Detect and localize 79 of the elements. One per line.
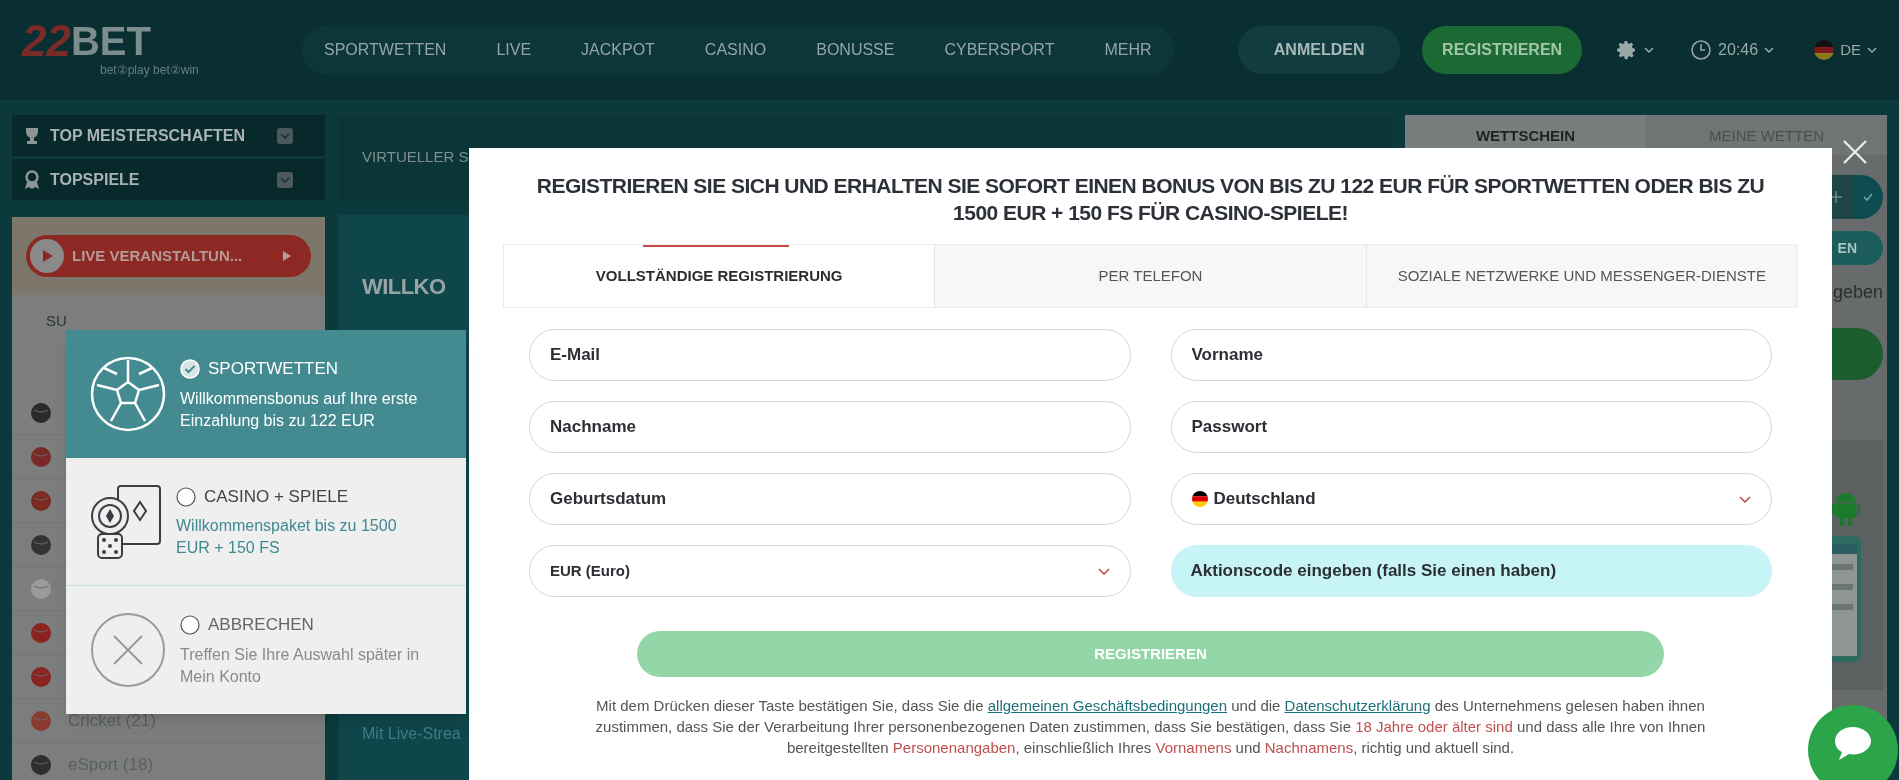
input-field[interactable]: E-Mail [529,329,1131,381]
caret-icon [1867,47,1877,53]
play-icon [30,239,64,273]
nav-link[interactable]: CYBERSPORT [944,38,1055,62]
option-title: ABBRECHEN [208,614,314,637]
input-field[interactable]: Geburtsdatum [529,473,1131,525]
trophy-icon [24,126,40,145]
sport-icon [30,445,52,468]
nav-link[interactable]: CASINO [704,38,767,62]
soccer-ball-icon [90,356,166,432]
registration-tab[interactable]: PER TELEFON [934,245,1366,307]
nav-link[interactable]: JACKPOT [581,38,655,62]
register-button[interactable]: REGISTRIEREN [1422,26,1583,74]
language-button[interactable]: DE [1814,38,1877,62]
time-button[interactable]: 20:46 [1690,38,1775,62]
clock-icon [1690,39,1713,61]
bonus-option[interactable]: SPORTWETTEN Willkommensbonus auf Ihre erste Einzahlung bis zu 122 EUR [66,330,466,458]
radio-button[interactable] [180,615,200,635]
currency-select[interactable]: EUR (Euro) [529,545,1131,597]
category-tab[interactable]: VIRTUELLER S [362,146,469,169]
flag-icon [1814,40,1835,60]
option-title: SPORTWETTEN [208,358,339,381]
terms-text: Mit dem Drücken dieser Taste bestätigen Sie, dass Sie die allgemeinen Geschäftsbedingungen und die Datenschutzerklärung des Unternehmens gelesen haben ihnen zustimmen, dass Sie der Verarbeitung Ihrer personenbezogenen Daten zustimmen, dass Sie bestätigen, dass Sie 18 Jahre oder älter sind und dass alle Ihre von Ihnen bereitgestellten Personenangaben, einschließlich Ihres Vornamens und Nachnamens, richtig und aktuell sind. [594,696,1707,758]
terms-link[interactable]: Datenschutzerklärung [1284,697,1431,714]
input-field[interactable]: Nachname [529,401,1131,453]
promo-code-field[interactable]: Aktionscode eingeben (falls Sie einen haben) [1170,545,1772,597]
sport-icon [30,665,52,688]
sport-icon [30,709,52,732]
close-icon[interactable] [1842,139,1868,165]
logo-text: BET [70,21,151,61]
arrow-icon [283,251,291,261]
nav-link[interactable]: LIVE [496,38,532,62]
live-events-button[interactable]: LIVE VERANSTALTUN... [26,235,311,277]
language-text: DE [1840,39,1861,60]
registration-tab[interactable]: SOZIALE NETZWERKE UND MESSENGER-DIENSTE [1365,245,1797,307]
caret-icon [280,176,290,183]
sport-icon [30,489,52,512]
logo-mark: 22 [22,21,71,61]
sport-icon [30,533,52,556]
plus-icon [1830,191,1842,203]
medal-icon [24,169,40,190]
caret-icon [1739,495,1751,503]
dialog-title: REGISTRIEREN SIE SICH UND ERHALTEN SIE SOFORT EINEN BONUS VON BIS ZU 122 EUR FÜR SPORTWETTEN ODER BIS ZU 1500 EUR + 150 FS FÜR CASINO-SPIELE! [535,173,1766,226]
check-icon [1863,193,1873,201]
login-button[interactable]: ANMELDEN [1238,26,1401,74]
option-description: Willkommenspaket bis zu 1500 EUR + 150 FS [176,516,398,559]
nav-link[interactable]: BONUSSE [816,38,895,62]
terms-link[interactable]: allgemeinen Geschäftsbedingungen [987,697,1228,714]
option-title: CASINO + SPIELE [204,485,349,508]
radio-button[interactable] [176,486,196,507]
sidebar-menu[interactable]: TOPSPIELE [12,159,325,200]
option-description: Treffen Sie Ihre Auswahl später in Mein Konto [180,644,421,687]
caret-icon [1764,47,1775,53]
betslip-text: geben [1832,281,1883,304]
casino-chips-cards-icon [90,483,162,560]
input-field[interactable]: Passwort [1170,401,1772,453]
android-icon [1829,490,1863,528]
logo-slogan: bet②play bet②win [100,62,200,79]
time-text: 20:46 [1718,40,1759,60]
sidebar-menu[interactable]: TOP MEISTERSCHAFTEN [12,115,325,156]
caret-icon [280,132,290,139]
caret-icon [1097,567,1110,575]
input-field[interactable]: Vorname [1170,329,1772,381]
sport-icon [30,621,52,644]
option-description: Willkommensbonus auf Ihre erste Einzahlung bis zu 122 EUR [180,388,419,431]
sport-icon [30,401,52,424]
nav-link[interactable]: SPORTWETTEN [324,38,447,62]
country-select[interactable]: Deutschland [1170,473,1772,525]
bonus-option[interactable]: ABBRECHEN Treffen Sie Ihre Auswahl später in Mein Konto [66,586,466,714]
banner-title: WILLKO [362,273,446,301]
close-circle-icon [90,612,166,688]
flag-icon [1191,491,1208,507]
sport-icon [30,577,52,600]
search-text: SU [46,310,67,331]
settings-button[interactable] [1614,38,1655,62]
caret-icon [1644,47,1655,53]
bonus-option[interactable]: CASINO + SPIELE Willkommenspaket bis zu 1500 EUR + 150 FS [66,458,466,586]
nav-link[interactable]: MEHR [1104,38,1152,62]
chat-icon [1833,725,1873,761]
